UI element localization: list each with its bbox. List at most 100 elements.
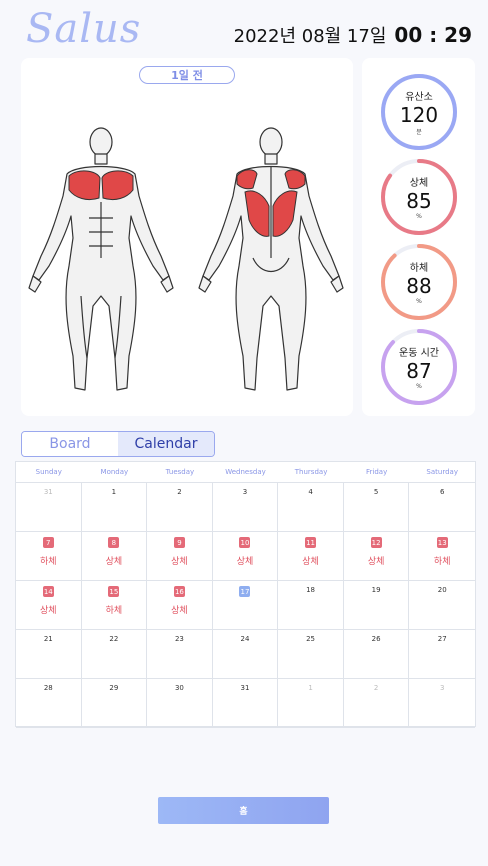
day-number: 1 [111,488,117,496]
day-number: 19 [371,586,381,594]
calendar-day-cell[interactable]: 4 [278,483,344,532]
calendar-day-cell[interactable]: 26 [343,630,410,679]
workout-event-label: 상체 [40,606,57,616]
stat-value: 87 [406,359,432,383]
day-number: 7 [42,537,54,548]
tab-calendar[interactable]: Calendar [118,432,214,456]
calendar-day-cell[interactable]: 12 상체 [343,532,410,581]
stat-value: 88 [406,274,432,298]
day-number: 31 [240,684,250,692]
calendar-day-cell[interactable]: 14 상체 [16,581,82,630]
stat-label: 운동 시간 [399,348,439,359]
home-button[interactable]: 홈 [158,797,329,824]
calendar-day-cell[interactable]: 31 [16,483,82,532]
back-body-figure [198,127,344,391]
workout-event-label: 상체 [171,557,188,567]
calendar-day-cell[interactable]: 27 [409,630,475,679]
last-workout-pill: 1일 전 [139,66,235,84]
weekday-label: Friday [366,468,388,476]
calendar-day-cell[interactable]: 20 [409,581,475,630]
calendar: Sunday Monday Tuesday Wednesday Thursday Frid… [15,461,476,728]
calendar-day-cell[interactable]: 16 상체 [147,581,213,630]
calendar-day-cell[interactable]: 10 상체 [212,532,279,581]
calendar-day-cell[interactable]: 28 [16,679,82,728]
calendar-day-cell[interactable]: 17 [212,581,279,630]
day-number: 17 [239,586,251,597]
weekday-label: Tuesday [165,468,195,476]
view-tabs: Board Calendar [21,431,215,457]
day-number: 20 [437,586,447,594]
calendar-day-cell[interactable]: 1 [81,483,148,532]
stat-ring: 상체 85% [379,157,459,237]
calendar-day-cell[interactable]: 19 [343,581,410,630]
day-number: 30 [174,684,184,692]
day-number: 2 [373,684,379,692]
stat-unit: 분 [416,129,422,136]
day-number: 1 [308,684,313,692]
calendar-day-cell[interactable]: 22 [81,630,148,679]
day-number: 25 [306,635,316,643]
calendar-day-cell[interactable]: 30 [147,679,213,728]
calendar-day-cell[interactable]: 3 [409,679,475,728]
calendar-day-cell[interactable]: 7 하체 [16,532,82,581]
tab-board[interactable]: Board [22,432,118,456]
day-number: 29 [109,684,119,692]
day-number: 21 [43,635,53,643]
calendar-day-cell[interactable]: 13 하체 [409,532,475,581]
calendar-day-cell[interactable]: 9 상체 [147,532,213,581]
day-number: 31 [43,488,53,496]
calendar-day-cell[interactable]: 29 [81,679,148,728]
day-number: 14 [42,586,54,597]
current-time: 00 : 29 [394,23,472,47]
day-number: 10 [239,537,251,548]
calendar-day-cell[interactable]: 24 [212,630,279,679]
calendar-day-cell[interactable]: 3 [212,483,279,532]
calendar-day-cell[interactable]: 25 [278,630,344,679]
workout-event-label: 상체 [236,557,254,567]
weekday-label: Saturday [426,468,458,476]
day-number: 15 [108,586,120,597]
day-number: 13 [436,537,448,548]
workout-event-label: 상체 [367,557,385,567]
calendar-day-cell[interactable]: 11 상체 [278,532,344,581]
workout-event-label: 상체 [171,606,188,616]
calendar-day-cell[interactable]: 23 [147,630,213,679]
calendar-day-cell[interactable]: 31 [212,679,279,728]
stat-value: 120 [399,103,439,127]
day-number: 12 [370,537,382,548]
stat-value: 85 [406,189,432,213]
day-number: 28 [43,684,53,692]
calendar-grid: 31 1 2 3 4 5 6 7 하체 8 상체 9 상체 10 상체 11 상체 12 상체 13 하체 14 상체 15 하… [16,483,475,728]
calendar-day-cell[interactable]: 2 [147,483,213,532]
calendar-day-cell[interactable]: 21 [16,630,82,679]
workout-event-label: 하체 [105,606,123,616]
stat-label: 유산소 [405,92,433,103]
day-number: 2 [177,488,182,496]
day-number: 26 [371,635,381,643]
stat-unit: % [416,298,422,305]
workout-event-label: 하체 [433,557,451,567]
day-number: 6 [439,488,445,496]
weekday-label: Sunday [35,468,62,476]
day-number: 11 [305,537,317,548]
calendar-day-cell[interactable]: 18 [278,581,344,630]
calendar-day-cell[interactable]: 8 상체 [81,532,148,581]
calendar-day-cell[interactable]: 15 하체 [81,581,148,630]
weekday-label: Thursday [294,468,328,476]
day-number: 22 [109,635,119,643]
calendar-day-cell[interactable]: 6 [409,483,475,532]
day-number: 27 [437,635,447,643]
weekday-label: Wednesday [225,468,266,476]
front-body-figure [28,127,174,391]
day-number: 24 [240,635,250,643]
calendar-day-cell[interactable]: 5 [343,483,410,532]
calendar-day-cell[interactable]: 1 [278,679,344,728]
stat-ring: 하체 88% [379,242,459,322]
workout-event-label: 하체 [40,557,57,567]
day-number: 8 [108,537,120,548]
calendar-day-cell[interactable]: 2 [343,679,410,728]
day-number: 18 [306,586,316,594]
stat-ring: 유산소 120 분 [379,72,459,152]
muscle-map-card: 1일 전 [21,58,353,416]
workout-event-label: 상체 [302,557,319,567]
